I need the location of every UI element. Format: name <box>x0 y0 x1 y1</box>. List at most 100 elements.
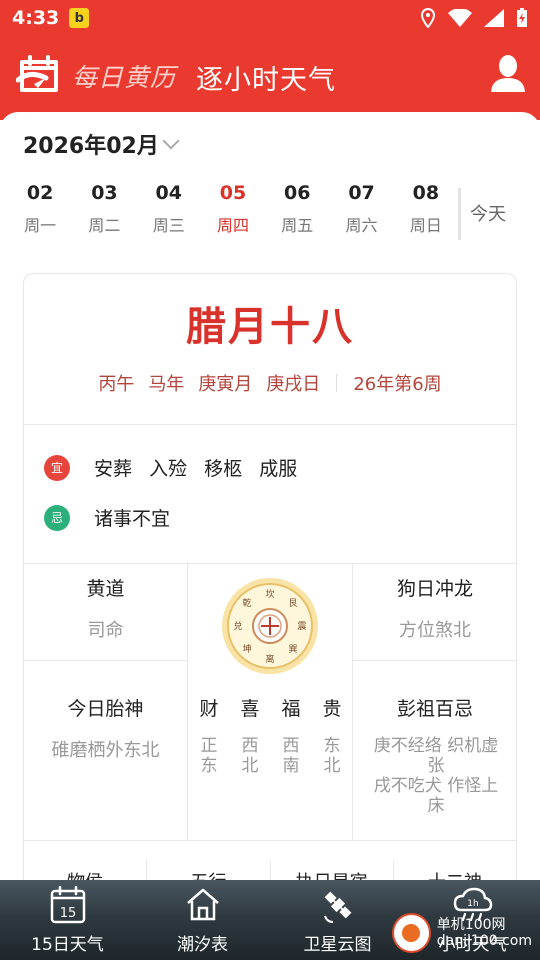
pengzu-line-2-wrap: 床 <box>427 796 445 816</box>
day-item[interactable]: 02 周一 <box>8 182 72 238</box>
day-number: 04 <box>155 182 182 204</box>
wuhou-title: 物侯 <box>24 860 148 880</box>
compass-char: 坤 <box>242 643 251 655</box>
day-item[interactable]: 08 周日 <box>394 182 458 238</box>
yi-item: 安葬 <box>94 458 133 480</box>
yi-items: 安葬 入殓 移柩 成服 <box>94 454 308 481</box>
compass-char: 离 <box>265 653 274 665</box>
app-header: 每日黄历 逐小时天气 <box>0 36 540 120</box>
grid-divider <box>187 564 188 840</box>
ganzhi-month: 庚寅月 <box>198 374 253 395</box>
nav-tide-table[interactable]: 潮汐表 <box>135 880 270 960</box>
god-direction: 正东 <box>198 736 220 776</box>
watermark-line-2: danji100.com <box>436 933 532 949</box>
satellite-icon <box>323 891 351 923</box>
site-watermark: 单机100网 danji100.com <box>392 912 532 954</box>
ganzhi-row: 丙午 马年 庚寅月 庚戌日 26年第6周 <box>24 370 516 396</box>
god-direction-2: 东 <box>200 756 218 776</box>
nav-15-day-weather[interactable]: 15 15日天气 <box>0 880 135 960</box>
section-divider <box>24 563 516 564</box>
god-joy: 喜 <box>240 698 260 720</box>
ji-row: 忌 诸事不宜 <box>44 504 181 531</box>
location-icon <box>420 8 436 28</box>
day-number: 03 <box>91 182 118 204</box>
huangdao-title: 黄道 <box>86 578 125 600</box>
ji-items: 诸事不宜 <box>94 504 181 531</box>
almanac-card: 腊月十八 丙午 马年 庚寅月 庚戌日 26年第6周 宜 安葬 入殓 移柩 成服 … <box>23 273 518 880</box>
profile-icon[interactable] <box>490 54 526 94</box>
day-item[interactable]: 06 周五 <box>265 182 329 238</box>
yi-badge: 宜 <box>44 454 70 481</box>
nav-satellite-cloud[interactable]: 卫星云图 <box>270 880 405 960</box>
grid-divider <box>24 660 187 661</box>
compass-char: 乾 <box>242 597 251 609</box>
section-divider <box>24 840 516 841</box>
nav-label: 潮汐表 <box>177 935 228 955</box>
ganzhi-divider <box>336 374 338 392</box>
compass-char: 震 <box>297 621 306 632</box>
god-direction-2: 北 <box>241 756 259 776</box>
section-divider <box>24 424 516 425</box>
taishen-value: 碓磨栖外东北 <box>51 740 160 761</box>
month-label[interactable]: 2026年02月 <box>23 128 159 160</box>
system-icons <box>420 8 528 28</box>
huangdao-value: 司命 <box>87 620 124 641</box>
rain-cloud-icon-text: 1h <box>467 899 478 909</box>
shiershen-title: 十二神 <box>394 860 516 880</box>
month-selector[interactable]: 2026年02月 <box>23 128 180 160</box>
pengzu-line-1-wrap: 张 <box>427 756 445 776</box>
day-item[interactable]: 03 周二 <box>72 182 136 238</box>
lunar-date: 腊月十八 <box>186 304 354 350</box>
compass-char: 坎 <box>265 588 274 600</box>
wuxing-title: 五行 <box>147 860 271 880</box>
nav-label: 卫星云图 <box>303 935 372 955</box>
day-weekday: 周五 <box>281 216 314 235</box>
calendar-icon: 15 <box>50 886 85 924</box>
day-weekday: 周二 <box>88 216 121 235</box>
zodiac-year: 马年 <box>148 374 185 395</box>
god-direction-1: 东 <box>323 736 341 756</box>
chong-title: 狗日冲龙 <box>396 578 473 600</box>
god-direction: 西北 <box>239 736 261 776</box>
compass-char: 艮 <box>288 598 297 609</box>
chevron-down-icon[interactable] <box>162 132 180 150</box>
day-item-selected[interactable]: 05 周四 <box>201 182 265 238</box>
taishen-title: 今日胎神 <box>67 698 144 720</box>
watermark-text: 单机100网 danji100.com <box>437 917 532 949</box>
yi-item: 入殓 <box>149 458 188 480</box>
chong-value: 方位煞北 <box>399 620 471 641</box>
compass-char: 兑 <box>233 620 242 632</box>
god-direction-1: 西 <box>282 736 300 756</box>
day-weekday: 周四 <box>216 216 249 235</box>
day-weekday: 周六 <box>345 216 378 235</box>
compass-icon[interactable]: 坎 艮 震 巽 离 坤 兑 乾 <box>220 576 320 676</box>
god-direction-2: 北 <box>323 756 341 776</box>
clock: 4:33 <box>12 7 60 29</box>
day-item[interactable]: 07 周六 <box>329 182 393 238</box>
signal-icon <box>484 9 504 27</box>
week-strip: 02 周一 03 周二 04 周三 05 周四 06 周五 07 周六 08 周日 <box>8 182 458 238</box>
yi-item: 移柩 <box>204 458 243 480</box>
week-strip-divider <box>458 188 461 240</box>
hourly-weather-title[interactable]: 逐小时天气 <box>196 58 336 97</box>
compass-char: 巽 <box>288 644 297 655</box>
wifi-icon <box>448 9 472 27</box>
ji-item: 诸事不宜 <box>94 508 171 530</box>
watermark-logo-icon <box>392 913 431 953</box>
day-weekday: 周日 <box>409 216 442 235</box>
status-bar: 4:33 b <box>0 0 540 36</box>
calendar-icon-text: 15 <box>59 906 76 921</box>
grid-divider <box>352 660 518 661</box>
day-number: 07 <box>348 182 375 204</box>
day-number: 05 <box>219 182 247 204</box>
day-item[interactable]: 04 周三 <box>137 182 201 238</box>
notification-app-icon: b <box>69 8 90 28</box>
calendar-logo-icon[interactable] <box>16 54 62 94</box>
god-direction: 东北 <box>321 736 343 776</box>
pengzu-line-1: 庚不经络 织机虚 <box>373 736 499 756</box>
god-direction-1: 西 <box>241 736 259 756</box>
pengzu-title: 彭祖百忌 <box>396 698 473 720</box>
nav-label: 15日天气 <box>31 935 104 955</box>
god-noble: 贵 <box>322 698 342 720</box>
today-button[interactable]: 今天 <box>470 200 506 226</box>
